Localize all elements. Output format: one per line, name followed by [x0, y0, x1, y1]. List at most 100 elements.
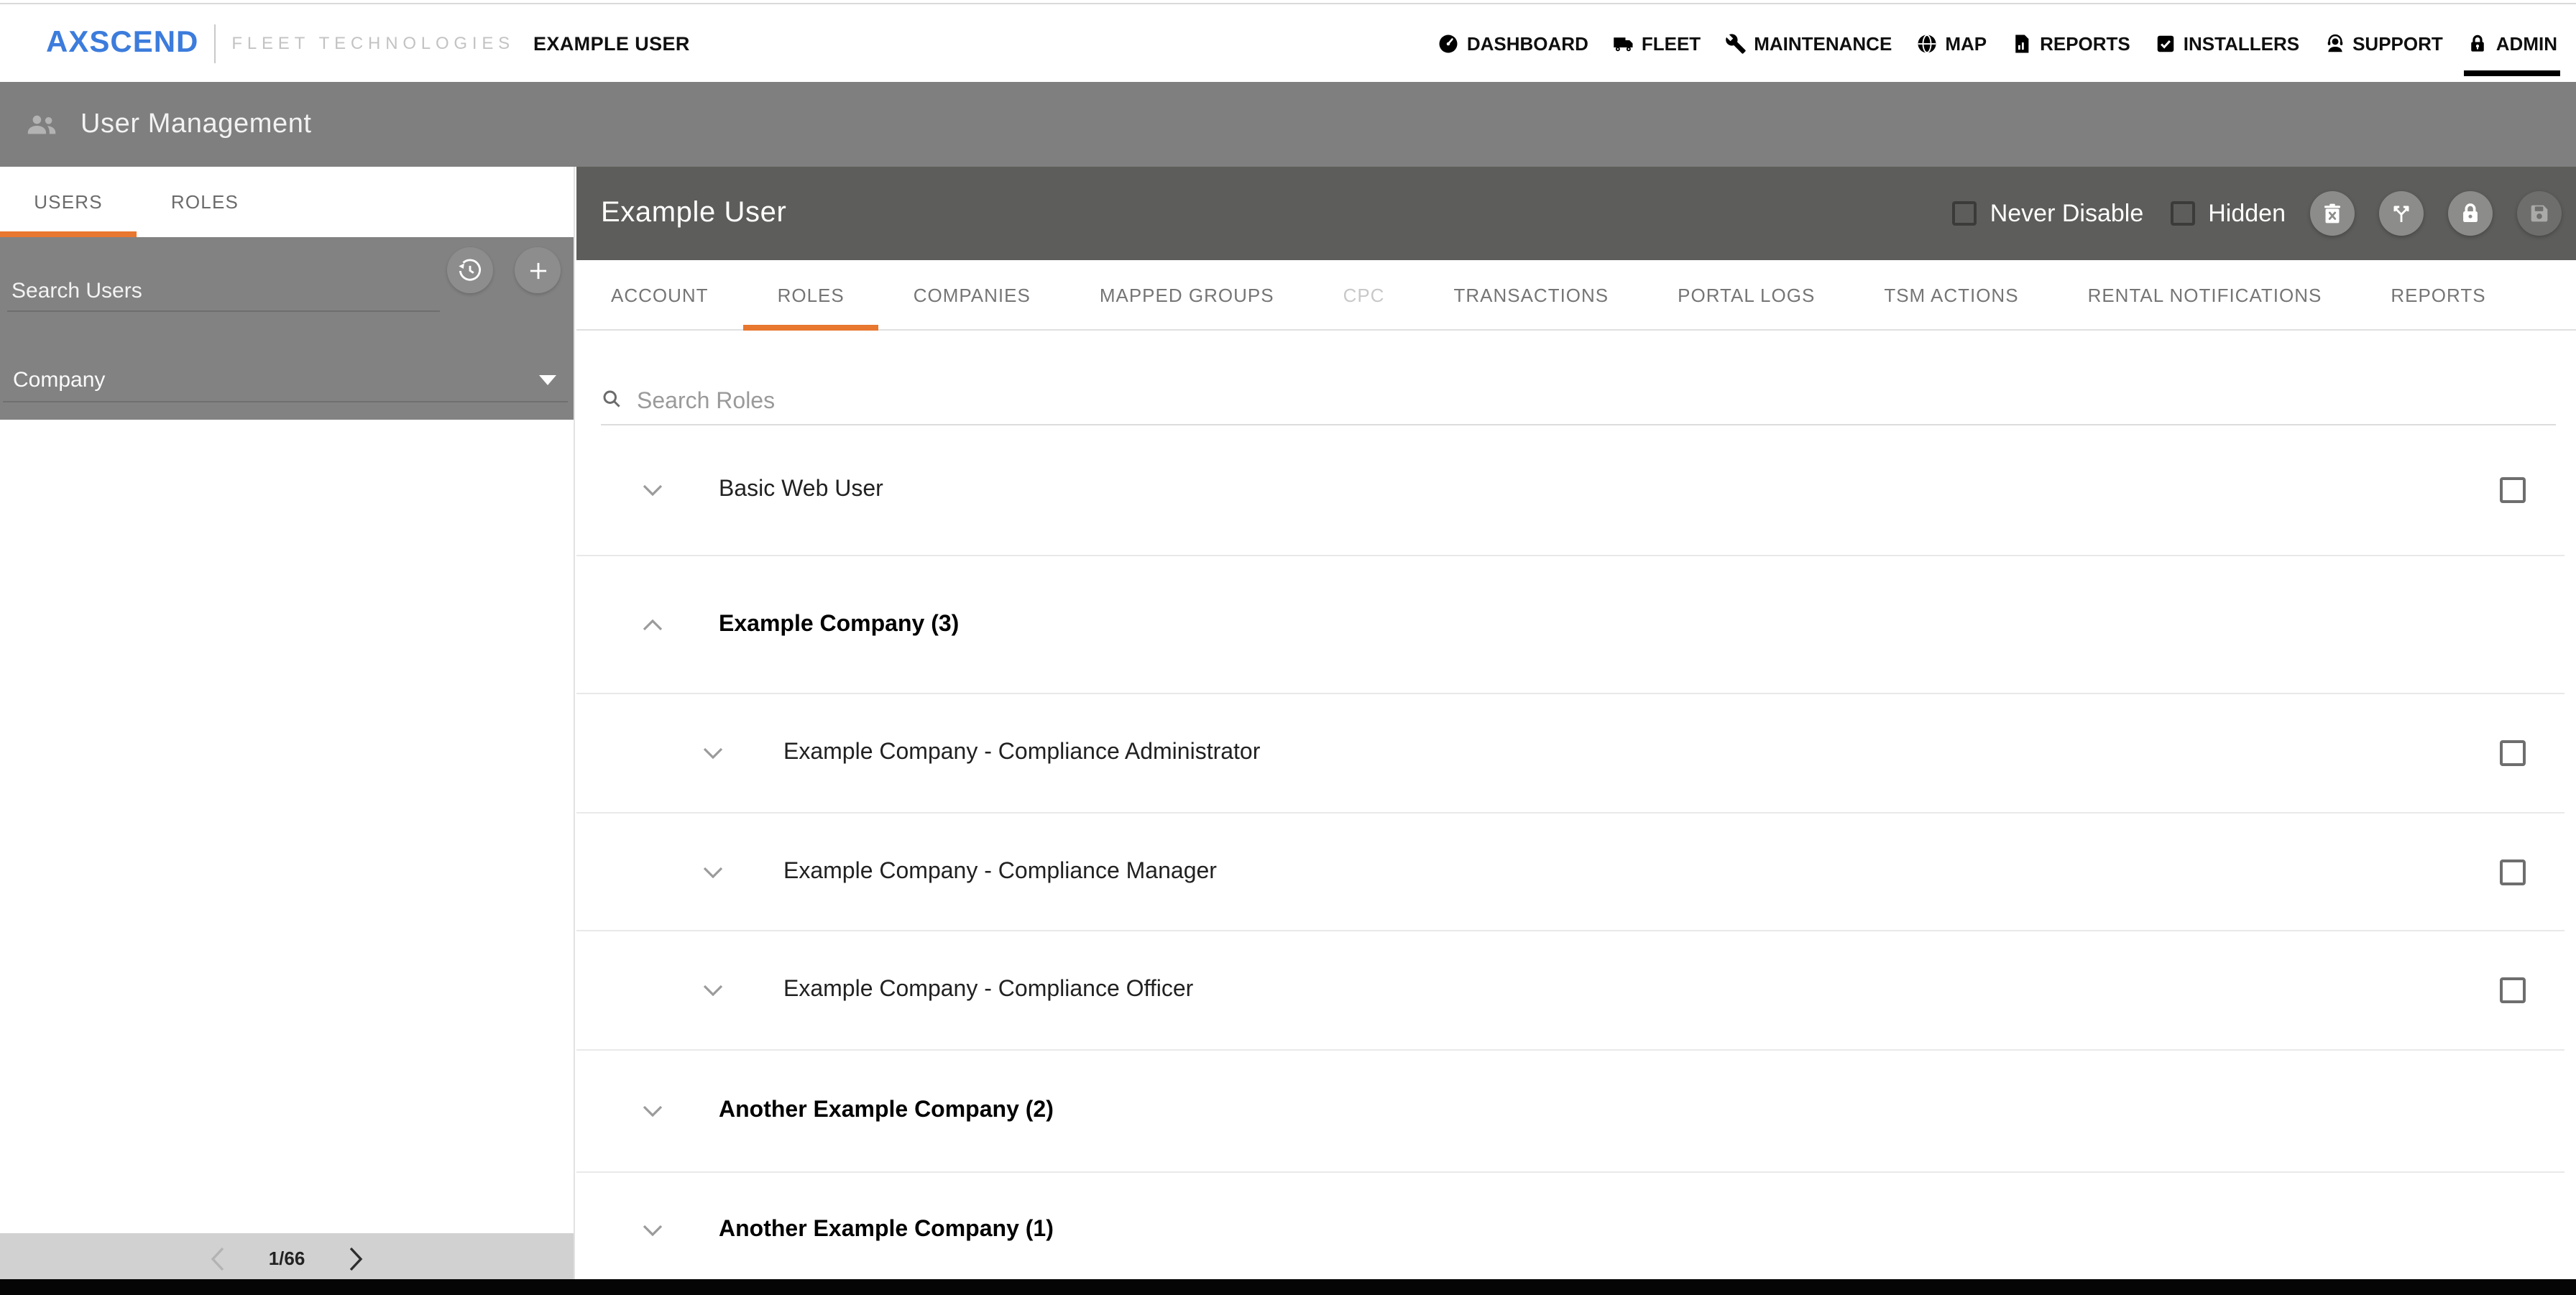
nav-item-label: MAP	[1945, 32, 1987, 54]
headset-icon	[2324, 32, 2345, 54]
user-detail-tabs: ACCOUNT ROLES COMPANIES MAPPED GROUPS CP…	[576, 260, 2576, 331]
sidebar-tabs: USERS ROLES	[0, 167, 574, 237]
nav-item-map[interactable]: MAP	[1916, 32, 1987, 54]
chevron-down-icon[interactable]	[703, 866, 723, 877]
role-row-compliance-officer[interactable]: Example Company - Compliance Officer	[576, 931, 2564, 1051]
pagination-prev-button[interactable]	[210, 1245, 226, 1271]
role-row-basic-web-user[interactable]: Basic Web User	[576, 424, 2564, 556]
role-group-label: Another Example Company (2)	[719, 1098, 1054, 1124]
tab-rental-notifications[interactable]: RENTAL NOTIFICATIONS	[2053, 260, 2357, 329]
page-title: User Management	[80, 109, 312, 140]
split-merge-button[interactable]	[2379, 191, 2424, 236]
people-icon	[24, 107, 59, 142]
globe-icon	[1916, 32, 1938, 54]
delete-user-button[interactable]	[2310, 191, 2355, 236]
tab-roles[interactable]: ROLES	[743, 260, 879, 329]
never-disable-checkbox[interactable]	[1953, 201, 1977, 226]
company-dropdown[interactable]: Company	[3, 358, 568, 402]
nav-item-admin[interactable]: ADMIN	[2467, 32, 2557, 54]
search-users-input[interactable]	[7, 272, 440, 312]
search-roles-field	[601, 381, 2556, 425]
chevron-up-icon[interactable]	[643, 619, 663, 630]
sidebar-tab-roles[interactable]: ROLES	[137, 167, 273, 237]
user-detail-header: Example User Never Disable Hidden	[576, 167, 2576, 260]
role-checkbox[interactable]	[2500, 977, 2526, 1003]
lock-icon	[2467, 32, 2489, 54]
split-icon	[2389, 201, 2414, 226]
nav-item-fleet[interactable]: FLEET	[1613, 32, 1701, 54]
nav-item-support[interactable]: SUPPORT	[2324, 32, 2443, 54]
company-dropdown-label: Company	[13, 367, 105, 392]
app-root: AXSCEND FLEET TECHNOLOGIES EXAMPLE USER …	[0, 0, 2576, 1295]
search-roles-input[interactable]	[634, 388, 2556, 417]
pagination-label: 1/66	[269, 1248, 305, 1269]
save-user-button[interactable]	[2517, 191, 2562, 236]
nav-item-label: MAINTENANCE	[1754, 32, 1892, 54]
role-label: Example Company - Compliance Manager	[783, 859, 1217, 885]
role-checkbox[interactable]	[2500, 740, 2526, 766]
wrench-icon	[1725, 32, 1747, 54]
chevron-down-icon[interactable]	[703, 985, 723, 996]
bottom-bar	[0, 1279, 2576, 1295]
sidebar-pagination: 1/66	[0, 1233, 574, 1284]
tab-account[interactable]: ACCOUNT	[576, 260, 743, 329]
role-label: Example Company - Compliance Administrat…	[783, 740, 1260, 766]
add-user-button[interactable]	[515, 247, 561, 293]
chevron-down-icon[interactable]	[643, 484, 663, 495]
user-detail-actions: Never Disable Hidden	[1953, 191, 2562, 236]
plus-icon	[524, 257, 551, 284]
role-checkbox[interactable]	[2500, 476, 2526, 502]
user-detail-title: Example User	[601, 197, 786, 230]
tab-companies[interactable]: COMPANIES	[879, 260, 1065, 329]
lock-user-button[interactable]	[2448, 191, 2493, 236]
sidebar-panel-buttons	[447, 247, 561, 293]
chevron-down-icon[interactable]	[643, 1225, 663, 1236]
report-icon	[2011, 32, 2033, 54]
nav-item-label: FLEET	[1642, 32, 1701, 54]
role-group-another-example-company-1[interactable]: Another Example Company (1)	[576, 1173, 2564, 1279]
sidebar-filter-panel: Company	[0, 237, 574, 420]
nav-item-label: ADMIN	[2496, 32, 2557, 54]
brand-divider	[214, 24, 216, 63]
role-label: Example Company - Compliance Officer	[783, 977, 1193, 1003]
history-button[interactable]	[447, 247, 493, 293]
role-group-another-example-company-2[interactable]: Another Example Company (2)	[576, 1051, 2564, 1173]
role-row-compliance-administrator[interactable]: Example Company - Compliance Administrat…	[576, 694, 2564, 814]
brand[interactable]: AXSCEND FLEET TECHNOLOGIES EXAMPLE USER	[46, 24, 690, 63]
tab-reports[interactable]: REPORTS	[2356, 260, 2520, 329]
pagination-next-button[interactable]	[348, 1245, 364, 1271]
nav-item-label: REPORTS	[2040, 32, 2130, 54]
nav-items: DASHBOARD FLEET MAINTENANCE MAP REPORTS …	[1438, 32, 2557, 54]
nav-item-reports[interactable]: REPORTS	[2011, 32, 2130, 54]
tab-transactions[interactable]: TRANSACTIONS	[1419, 260, 1643, 329]
search-icon	[601, 388, 622, 417]
hidden-checkbox[interactable]	[2171, 201, 2195, 226]
page-banner: User Management	[0, 82, 2576, 167]
check-square-icon	[2155, 32, 2176, 54]
nav-item-dashboard[interactable]: DASHBOARD	[1438, 32, 1588, 54]
trash-x-icon	[2320, 201, 2345, 226]
role-row-compliance-manager[interactable]: Example Company - Compliance Manager	[576, 814, 2564, 931]
brand-logo[interactable]: AXSCEND	[46, 26, 198, 60]
role-group-example-company[interactable]: Example Company (3)	[576, 556, 2564, 694]
nav-item-label: INSTALLERS	[2184, 32, 2299, 54]
tab-mapped-groups[interactable]: MAPPED GROUPS	[1065, 260, 1309, 329]
hidden-label: Hidden	[2208, 199, 2286, 228]
tab-tsm-actions[interactable]: TSM ACTIONS	[1849, 260, 2053, 329]
chevron-down-icon[interactable]	[703, 747, 723, 759]
never-disable-label: Never Disable	[1990, 199, 2144, 228]
history-icon	[456, 256, 484, 285]
sidebar-tab-users[interactable]: USERS	[0, 167, 137, 237]
nav-item-maintenance[interactable]: MAINTENANCE	[1725, 32, 1892, 54]
role-group-label: Another Example Company (1)	[719, 1217, 1054, 1243]
sidebar: USERS ROLES Company 1/66	[0, 167, 575, 1295]
tab-portal-logs[interactable]: PORTAL LOGS	[1643, 260, 1849, 329]
save-icon	[2527, 201, 2552, 226]
tab-cpc: CPC	[1309, 260, 1420, 329]
chevron-down-icon[interactable]	[643, 1105, 663, 1117]
nav-item-installers[interactable]: INSTALLERS	[2155, 32, 2299, 54]
truck-icon	[1613, 32, 1634, 54]
brand-tagline: FLEET TECHNOLOGIES	[231, 33, 515, 53]
main-panel: Example User Never Disable Hidden	[576, 167, 2576, 1295]
role-checkbox[interactable]	[2500, 859, 2526, 885]
